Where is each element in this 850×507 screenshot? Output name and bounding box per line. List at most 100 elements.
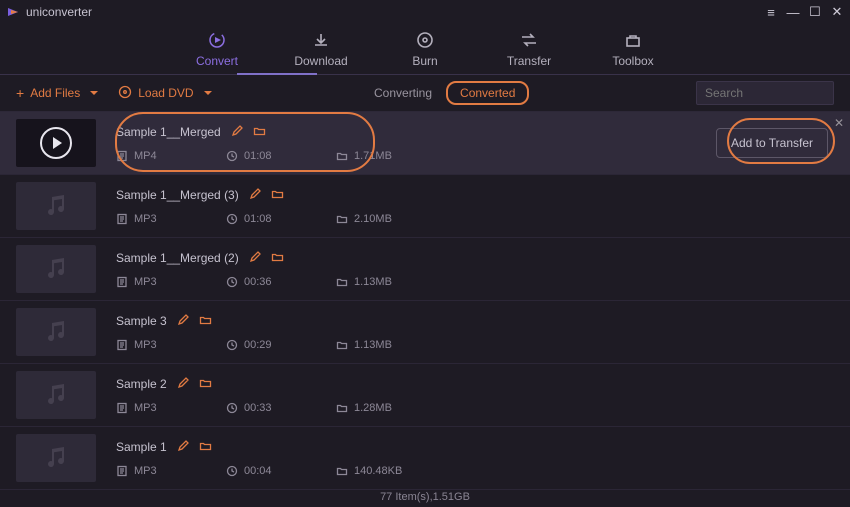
file-size: 140.48KB: [336, 465, 416, 477]
nav-burn[interactable]: Burn: [398, 30, 452, 74]
thumbnail[interactable]: [16, 245, 96, 293]
edit-icon[interactable]: [177, 314, 189, 329]
burn-icon: [416, 30, 434, 50]
minimize-button[interactable]: —: [786, 5, 800, 20]
file-format: MP3: [116, 402, 186, 414]
file-name: Sample 3: [116, 314, 167, 328]
file-name: Sample 1: [116, 440, 167, 454]
file-size: 2.10MB: [336, 213, 416, 225]
maximize-button[interactable]: ☐: [808, 4, 822, 20]
folder-icon[interactable]: [253, 125, 266, 140]
file-row[interactable]: Sample 2 MP3 00:33 1.28MB: [0, 364, 850, 427]
download-icon: [312, 30, 330, 50]
play-icon[interactable]: [40, 127, 72, 159]
edit-icon[interactable]: [177, 440, 189, 455]
music-icon: [42, 191, 70, 222]
file-format: MP3: [116, 276, 186, 288]
app-title: uniconverter: [26, 5, 92, 19]
file-name: Sample 1__Merged (3): [116, 188, 239, 202]
nav-toolbox[interactable]: Toolbox: [606, 30, 660, 74]
file-row[interactable]: Sample 1__Merged (3)MP301:082.10MB: [0, 175, 850, 238]
file-size: 1.13MB: [336, 339, 416, 351]
add-files-button[interactable]: + Add Files: [16, 85, 98, 101]
hamburger-icon[interactable]: ≡: [764, 5, 778, 20]
status-summary: 77 Item(s),1.51GB: [380, 491, 470, 503]
sub-bar: + Add Files Load DVD Converting Converte…: [0, 75, 850, 112]
tab-converted[interactable]: Converted: [446, 81, 529, 105]
nav-convert[interactable]: Convert: [190, 30, 244, 74]
thumbnail[interactable]: [16, 371, 96, 419]
tab-converting[interactable]: Converting: [360, 81, 446, 105]
edit-icon[interactable]: [177, 377, 189, 392]
file-list: Sample 1__Merged MP4 01:08 1.71MB Add to Tra…: [0, 112, 850, 492]
transfer-icon: [519, 30, 539, 50]
file-format: MP3: [116, 339, 186, 351]
file-size: 1.71MB: [336, 150, 416, 162]
file-name: Sample 1__Merged: [116, 125, 221, 139]
file-duration: 01:08: [226, 150, 296, 162]
file-duration: 00:33: [226, 402, 296, 414]
thumbnail[interactable]: [16, 434, 96, 482]
load-dvd-button[interactable]: Load DVD: [118, 85, 211, 102]
nav-active-underline: [237, 73, 317, 75]
folder-icon[interactable]: [271, 251, 284, 266]
file-row[interactable]: Sample 3 MP3 00:29 1.13MB: [0, 301, 850, 364]
file-duration: 00:36: [226, 276, 296, 288]
file-name: Sample 2: [116, 377, 167, 391]
file-size: 1.13MB: [336, 276, 416, 288]
file-format: MP3: [116, 213, 186, 225]
file-meta: Sample 3 MP3 00:29 1.13MB: [116, 314, 834, 351]
plus-icon: +: [16, 85, 24, 101]
edit-icon[interactable]: [249, 251, 261, 266]
toolbox-icon: [624, 30, 642, 50]
nav-label: Toolbox: [612, 54, 653, 68]
music-icon: [42, 380, 70, 411]
search-input[interactable]: [696, 81, 834, 105]
folder-icon[interactable]: [271, 188, 284, 203]
folder-icon[interactable]: [199, 440, 212, 455]
load-dvd-label: Load DVD: [138, 86, 193, 100]
folder-icon[interactable]: [199, 377, 212, 392]
music-icon: [42, 443, 70, 474]
file-meta: Sample 1__Merged (3)MP301:082.10MB: [116, 188, 834, 225]
file-format: MP4: [116, 150, 186, 162]
thumbnail[interactable]: [16, 119, 96, 167]
close-icon[interactable]: ✕: [834, 116, 844, 130]
result-tabs: Converting Converted: [360, 81, 529, 105]
nav-download[interactable]: Download: [294, 30, 348, 74]
nav-label: Convert: [196, 54, 238, 68]
app-logo-icon: [6, 5, 20, 19]
disc-icon: [118, 85, 132, 102]
window-controls: ≡ — ☐ ✕: [764, 4, 844, 20]
music-icon: [42, 317, 70, 348]
chevron-down-icon: [90, 91, 98, 95]
top-nav: Convert Download Burn Transfer Toolbox: [0, 24, 850, 75]
add-files-label: Add Files: [30, 86, 80, 100]
nav-label: Burn: [412, 54, 437, 68]
nav-label: Transfer: [507, 54, 551, 68]
file-row[interactable]: Sample 1__Merged MP4 01:08 1.71MB Add to Tra…: [0, 112, 850, 175]
file-size: 1.28MB: [336, 402, 416, 414]
convert-icon: [207, 30, 227, 50]
thumbnail[interactable]: [16, 182, 96, 230]
folder-icon[interactable]: [199, 314, 212, 329]
chevron-down-icon: [204, 91, 212, 95]
file-meta: Sample 1__Merged (2) MP3 00:36 1.13MB: [116, 251, 834, 288]
titlebar: uniconverter ≡ — ☐ ✕: [0, 0, 850, 24]
edit-icon[interactable]: [249, 188, 261, 203]
file-meta: Sample 1MP300:04140.48KB: [116, 440, 834, 477]
thumbnail[interactable]: [16, 308, 96, 356]
file-row[interactable]: Sample 1MP300:04140.48KB: [0, 427, 850, 490]
edit-icon[interactable]: [231, 125, 243, 140]
nav-transfer[interactable]: Transfer: [502, 30, 556, 74]
status-bar: 77 Item(s),1.51GB: [0, 491, 850, 507]
file-format: MP3: [116, 465, 186, 477]
close-button[interactable]: ✕: [830, 4, 844, 20]
music-icon: [42, 254, 70, 285]
file-duration: 00:29: [226, 339, 296, 351]
file-name: Sample 1__Merged (2): [116, 251, 239, 265]
file-meta: Sample 2 MP3 00:33 1.28MB: [116, 377, 834, 414]
file-row[interactable]: Sample 1__Merged (2) MP3 00:36 1.13MB: [0, 238, 850, 301]
nav-label: Download: [294, 54, 347, 68]
add-to-transfer-button[interactable]: Add to Transfer: [716, 128, 828, 158]
